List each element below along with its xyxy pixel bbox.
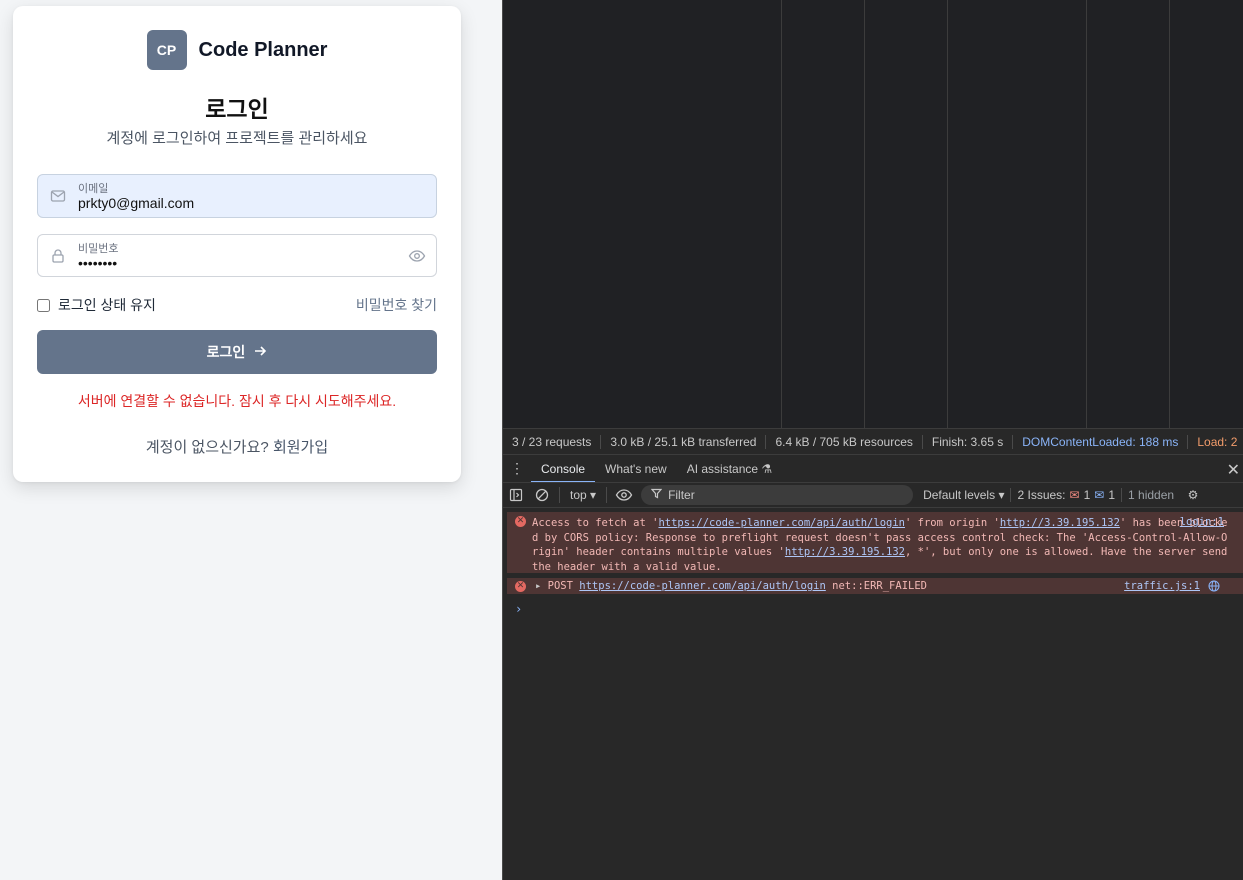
remember-label: 로그인 상태 유지 [58, 297, 156, 313]
arrow-right-icon [253, 344, 267, 361]
message-link[interactable]: https://code-planner.com/api/auth/login [579, 580, 826, 592]
sidebar-toggle-icon[interactable] [503, 482, 529, 508]
toolbar-separator [606, 487, 608, 503]
tab-console[interactable]: Console [531, 455, 596, 483]
signup-link[interactable]: 회원가입 [273, 439, 328, 456]
signup-row: 계정이 없으신가요? 회원가입 [13, 436, 461, 457]
filter-input[interactable]: Filter [641, 485, 914, 505]
remember-me[interactable]: 로그인 상태 유지 [37, 295, 156, 315]
load-time: Load: 2 [1197, 434, 1238, 449]
message-link[interactable]: http://3.39.195.132 [785, 546, 905, 558]
console-error-message[interactable]: ✕ ▸ POST https://code-planner.com/api/au… [507, 578, 1243, 594]
finish-time: Finish: 3.65 s [923, 434, 1014, 449]
context-selector[interactable]: top ▾ [564, 488, 602, 502]
app-viewport: CP Code Planner 로그인 계정에 로그인하여 프로젝트를 관리하세… [0, 0, 502, 880]
drawer-tabs: ⋮ Console What's new AI assistance ⚗ ✕ [503, 454, 1243, 483]
console-output: ✕ Access to fetch at 'https://code-plann… [503, 508, 1243, 880]
message-link[interactable]: http://3.39.195.132 [1000, 517, 1120, 529]
error-text: ▸ POST https://code-planner.com/api/auth… [535, 580, 927, 592]
tab-ai-assistance-label: AI assistance [686, 461, 759, 476]
error-icon: ✕ [515, 516, 526, 527]
eye-icon[interactable] [611, 482, 637, 508]
chevron-down-icon: ▾ [590, 488, 597, 502]
requests-count: 3 / 23 requests [503, 434, 602, 449]
tab-ai-assistance[interactable]: AI assistance ⚗ [677, 455, 782, 483]
signup-prompt: 계정이 없으신가요? [145, 439, 269, 456]
issues-label: 2 Issues: [1017, 488, 1066, 502]
page-subtitle: 계정에 로그인하여 프로젝트를 관리하세요 [106, 130, 368, 147]
waterfall-gridline [1086, 0, 1087, 428]
remember-checkbox[interactable] [37, 298, 50, 312]
password-input[interactable] [78, 255, 398, 271]
clear-console-icon[interactable] [529, 482, 555, 508]
devtools-panel: 3 / 23 requests 3.0 kB / 25.1 kB transfe… [502, 0, 1243, 880]
domcontentloaded-time: DOMContentLoaded: 188 ms [1013, 434, 1189, 449]
flask-icon: ⚗ [761, 461, 773, 476]
waterfall-gridline [781, 0, 782, 428]
log-levels-label: Default levels [923, 488, 996, 502]
toolbar-separator [559, 487, 560, 503]
error-badge-icon: ✉ [1069, 488, 1080, 502]
email-input[interactable] [78, 195, 398, 211]
waterfall-gridline [864, 0, 865, 428]
email-field[interactable]: 이메일 [37, 174, 437, 218]
error-icon: ✕ [515, 581, 526, 592]
login-card: CP Code Planner 로그인 계정에 로그인하여 프로젝트를 관리하세… [13, 6, 461, 482]
filter-placeholder: Filter [668, 488, 695, 502]
more-options-icon[interactable]: ⋮ [503, 460, 531, 477]
log-levels-dropdown[interactable]: Default levels ▾ [923, 488, 1010, 502]
transferred-size: 3.0 kB / 25.1 kB transferred [601, 434, 767, 449]
waterfall-gridline [947, 0, 948, 428]
network-summary-bar: 3 / 23 requests 3.0 kB / 25.1 kB transfe… [503, 428, 1243, 454]
tab-whats-new[interactable]: What's new [595, 455, 677, 483]
source-link[interactable]: traffic.js:1 [1124, 580, 1200, 592]
eye-icon[interactable] [408, 248, 426, 264]
console-toolbar: top ▾ Filter Default levels ▾ 2 Issues: … [503, 482, 1243, 508]
error-issue-count: 1 [1083, 488, 1091, 502]
lock-icon [50, 248, 66, 264]
brand-logo: CP [146, 30, 187, 70]
hidden-count: 1 hidden [1121, 488, 1180, 502]
resources-size: 6.4 kB / 705 kB resources [766, 434, 923, 449]
filter-icon [650, 488, 663, 502]
waterfall-gridline [1169, 0, 1170, 428]
error-text: Access to fetch at 'https://code-planner… [532, 517, 1228, 573]
password-label: 비밀번호 [78, 243, 119, 255]
password-field[interactable]: 비밀번호 [37, 234, 437, 277]
context-selector-label: top [570, 488, 587, 502]
mail-icon [50, 188, 66, 204]
globe-icon[interactable] [1208, 580, 1220, 592]
issues-counter[interactable]: 2 Issues: ✉ 1 ✉ 1 [1010, 488, 1121, 502]
console-prompt[interactable]: › [515, 602, 522, 616]
network-waterfall [503, 0, 1243, 428]
message-link[interactable]: https://code-planner.com/api/auth/login [658, 517, 905, 529]
source-link[interactable]: login:1 [1180, 516, 1224, 528]
expand-triangle-icon[interactable]: ▸ [535, 580, 541, 592]
brand-name: Code Planner [198, 38, 328, 61]
page-title: 로그인 [205, 96, 269, 122]
login-button[interactable]: 로그인 [37, 330, 437, 374]
gear-icon[interactable]: ⚙ [1180, 482, 1206, 508]
error-message: 서버에 연결할 수 없습니다. 잠시 후 다시 시도해주세요. [77, 393, 397, 409]
login-button-label: 로그인 [206, 344, 246, 360]
close-drawer-icon[interactable]: ✕ [1227, 460, 1240, 480]
email-label: 이메일 [78, 183, 109, 195]
chevron-down-icon: ▾ [998, 488, 1005, 502]
console-error-message: ✕ Access to fetch at 'https://code-plann… [507, 512, 1243, 573]
forgot-password-link[interactable]: 비밀번호 찾기 [356, 295, 437, 315]
info-badge-icon: ✉ [1094, 488, 1105, 502]
brand: CP Code Planner [13, 30, 461, 70]
info-issue-count: 1 [1108, 488, 1116, 502]
